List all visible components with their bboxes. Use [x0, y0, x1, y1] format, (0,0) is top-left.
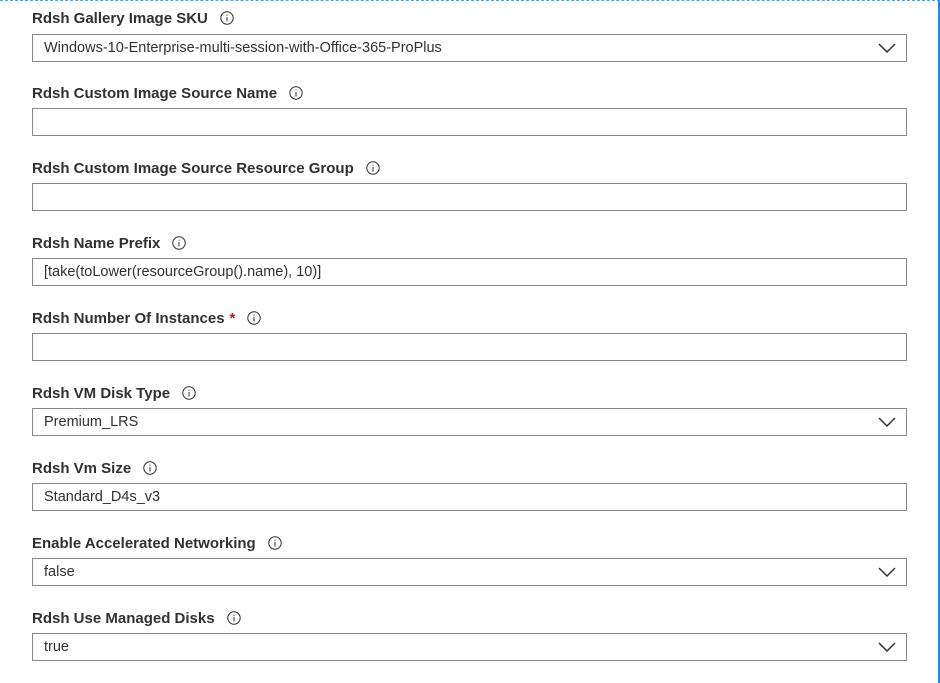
- field-rdsh-vm-disk-type: Rdsh VM Disk Type Premium_LRS: [32, 383, 907, 439]
- info-icon[interactable]: [143, 461, 157, 475]
- required-indicator: *: [229, 309, 236, 327]
- vm-size-input[interactable]: [32, 483, 907, 511]
- field-rdsh-custom-image-source-resource-group: Rdsh Custom Image Source Resource Group: [32, 158, 907, 214]
- custom-image-source-resource-group-input[interactable]: [32, 183, 907, 211]
- gallery-image-sku-dropdown[interactable]: Windows-10-Enterprise-multi-session-with…: [32, 34, 907, 62]
- field-rdsh-name-prefix: Rdsh Name Prefix: [32, 233, 907, 289]
- field-label-row: Enable Accelerated Networking: [32, 533, 907, 553]
- field-label: Rdsh Gallery Image SKU: [32, 9, 208, 27]
- chevron-down-icon: [877, 566, 897, 578]
- field-label: Rdsh Vm Size: [32, 459, 132, 477]
- field-label: Enable Accelerated Networking: [32, 534, 256, 552]
- field-label: Rdsh Custom Image Source Name: [32, 84, 278, 102]
- field-rdsh-custom-image-source-name: Rdsh Custom Image Source Name: [32, 83, 907, 139]
- info-icon[interactable]: [220, 11, 234, 25]
- custom-image-source-name-input[interactable]: [32, 108, 907, 136]
- field-label-row: Rdsh Name Prefix: [32, 233, 907, 253]
- dropdown-value: false: [44, 564, 75, 580]
- field-enable-accelerated-networking: Enable Accelerated Networking false: [32, 533, 907, 589]
- chevron-down-icon: [877, 416, 897, 428]
- field-label: Rdsh Custom Image Source Resource Group: [32, 159, 354, 177]
- chevron-down-icon: [877, 641, 897, 653]
- name-prefix-input[interactable]: [32, 258, 907, 286]
- info-icon[interactable]: [172, 236, 187, 250]
- number-of-instances-input[interactable]: [32, 333, 907, 361]
- info-icon[interactable]: [226, 611, 241, 625]
- field-label: Rdsh VM Disk Type: [32, 384, 171, 402]
- field-label: Rdsh Number Of Instances: [32, 309, 225, 327]
- field-label-row: Rdsh Custom Image Source Resource Group: [32, 158, 907, 178]
- info-icon[interactable]: [182, 386, 196, 400]
- dropdown-value: Windows-10-Enterprise-multi-session-with…: [44, 40, 442, 56]
- field-label-row: Rdsh Custom Image Source Name: [32, 83, 907, 103]
- field-label-row: Rdsh Number Of Instances *: [32, 308, 907, 328]
- field-rdsh-gallery-image-sku: Rdsh Gallery Image SKU Windows-10-Enterp…: [32, 8, 907, 64]
- field-label: Rdsh Use Managed Disks: [32, 609, 215, 627]
- vm-disk-type-dropdown[interactable]: Premium_LRS: [32, 408, 907, 436]
- info-icon[interactable]: [289, 86, 303, 100]
- field-rdsh-use-managed-disks: Rdsh Use Managed Disks true: [32, 608, 907, 664]
- field-label: Rdsh Name Prefix: [32, 234, 161, 252]
- accelerated-networking-dropdown[interactable]: false: [32, 558, 907, 586]
- dropdown-value: Premium_LRS: [44, 414, 139, 430]
- info-icon[interactable]: [247, 311, 262, 325]
- field-label-row: Rdsh Use Managed Disks: [32, 608, 907, 628]
- dropdown-value: true: [44, 639, 69, 655]
- field-label-row: Rdsh Vm Size: [32, 458, 907, 478]
- field-label-row: Rdsh Gallery Image SKU: [32, 8, 907, 28]
- panel-top-border: [0, 0, 940, 1]
- field-rdsh-vm-size: Rdsh Vm Size: [32, 458, 907, 514]
- field-rdsh-number-of-instances: Rdsh Number Of Instances *: [32, 308, 907, 364]
- info-icon[interactable]: [267, 536, 282, 550]
- chevron-down-icon: [877, 42, 897, 54]
- field-label-row: Rdsh VM Disk Type: [32, 383, 907, 403]
- use-managed-disks-dropdown[interactable]: true: [32, 633, 907, 661]
- info-icon[interactable]: [366, 161, 380, 175]
